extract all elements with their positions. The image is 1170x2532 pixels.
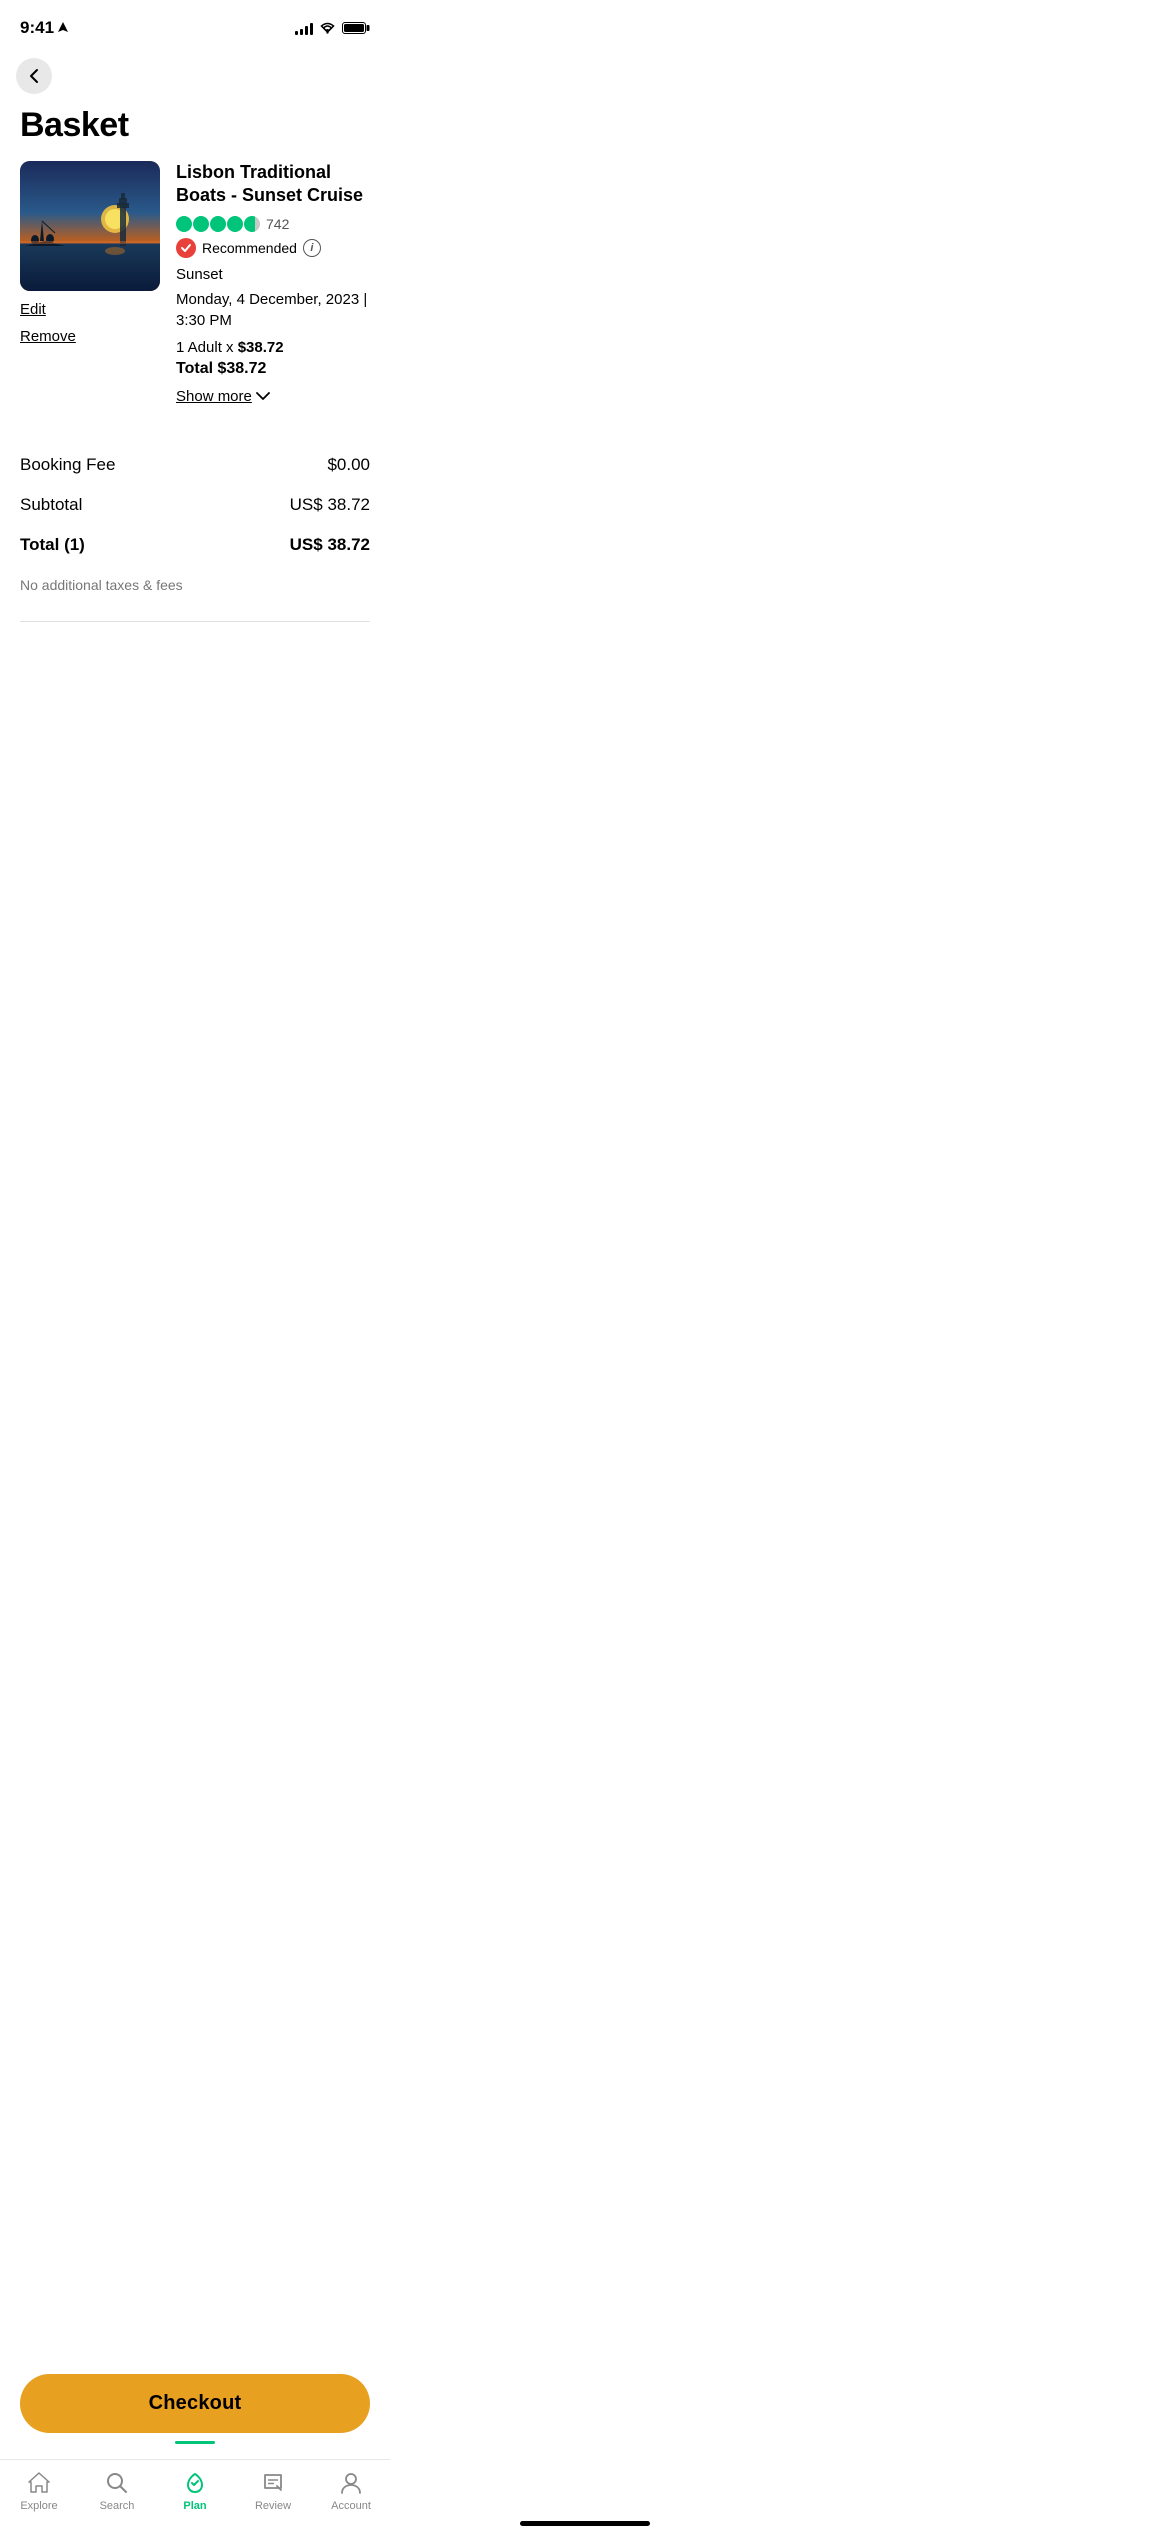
price-per: 1 Adult x $38.72 — [176, 339, 370, 356]
location-icon — [58, 22, 68, 34]
show-more-button[interactable]: Show more — [176, 388, 370, 405]
bottom-nav: Explore Search Plan — [0, 2459, 390, 2532]
nav-review[interactable]: Review — [234, 2470, 312, 2512]
back-button-container — [0, 50, 390, 98]
total-row: Total (1) US$ 38.72 — [20, 525, 370, 565]
booking-fee-label: Booking Fee — [20, 455, 115, 475]
chevron-down-icon — [256, 392, 270, 400]
account-label: Account — [331, 2500, 371, 2512]
star-2 — [193, 216, 209, 232]
status-time: 9:41 — [20, 18, 68, 38]
recommended-badge-icon — [176, 238, 196, 258]
nav-search[interactable]: Search — [78, 2470, 156, 2512]
category-text: Sunset — [176, 266, 370, 283]
divider — [20, 621, 370, 622]
remove-link[interactable]: Remove — [20, 328, 160, 345]
price-total: Total $38.72 — [176, 360, 370, 378]
search-label: Search — [100, 2500, 135, 2512]
total-value: US$ 38.72 — [290, 535, 370, 555]
plan-label: Plan — [183, 2500, 206, 2512]
nav-account[interactable]: Account — [312, 2470, 390, 2512]
star-1 — [176, 216, 192, 232]
nav-explore[interactable]: Explore — [0, 2470, 78, 2512]
stars — [176, 216, 260, 232]
booking-fee-value: $0.00 — [327, 455, 370, 475]
explore-icon — [26, 2470, 52, 2496]
item-image-col: Edit Remove — [20, 161, 160, 405]
page-title: Basket — [0, 98, 390, 161]
signal-icon — [295, 21, 313, 35]
nav-plan[interactable]: Plan — [156, 2470, 234, 2512]
star-3 — [210, 216, 226, 232]
total-label: Total (1) — [20, 535, 85, 555]
item-info-col: Lisbon Traditional Boats - Sunset Cruise… — [176, 161, 370, 405]
recommended-row: Recommended i — [176, 238, 370, 258]
back-button[interactable] — [16, 58, 52, 94]
account-icon — [338, 2470, 364, 2496]
star-5 — [244, 216, 260, 232]
rating-row: 742 — [176, 216, 370, 232]
subtotal-row: Subtotal US$ 38.72 — [20, 485, 370, 525]
rating-count: 742 — [266, 216, 289, 232]
item-image — [20, 161, 160, 291]
status-icons — [295, 21, 370, 35]
recommended-text: Recommended — [202, 240, 297, 256]
battery-icon — [342, 21, 370, 35]
checkout-container: Checkout — [0, 2362, 390, 2452]
plan-indicator — [175, 2441, 215, 2444]
subtotal-value: US$ 38.72 — [290, 495, 370, 515]
date-text: Monday, 4 December, 2023 | 3:30 PM — [176, 289, 370, 331]
search-icon — [104, 2470, 130, 2496]
plan-icon — [182, 2470, 208, 2496]
checkout-button[interactable]: Checkout — [20, 2374, 370, 2433]
edit-link[interactable]: Edit — [20, 301, 160, 318]
item-image-svg — [20, 161, 160, 291]
item-card: Edit Remove Lisbon Traditional Boats - S… — [0, 161, 390, 405]
review-icon — [260, 2470, 286, 2496]
price-per-value: $38.72 — [238, 339, 284, 356]
taxes-note: No additional taxes & fees — [20, 565, 370, 605]
status-bar: 9:41 — [0, 0, 390, 50]
info-icon[interactable]: i — [303, 239, 321, 257]
wifi-icon — [319, 22, 336, 34]
review-label: Review — [255, 2500, 291, 2512]
star-4 — [227, 216, 243, 232]
booking-fee-row: Booking Fee $0.00 — [20, 445, 370, 485]
back-chevron-icon — [29, 68, 39, 84]
subtotal-label: Subtotal — [20, 495, 82, 515]
explore-label: Explore — [20, 2500, 57, 2512]
summary-section: Booking Fee $0.00 Subtotal US$ 38.72 Tot… — [0, 405, 390, 622]
checkmark-icon — [180, 242, 192, 254]
home-indicator — [520, 2521, 650, 2526]
item-title: Lisbon Traditional Boats - Sunset Cruise — [176, 161, 370, 208]
